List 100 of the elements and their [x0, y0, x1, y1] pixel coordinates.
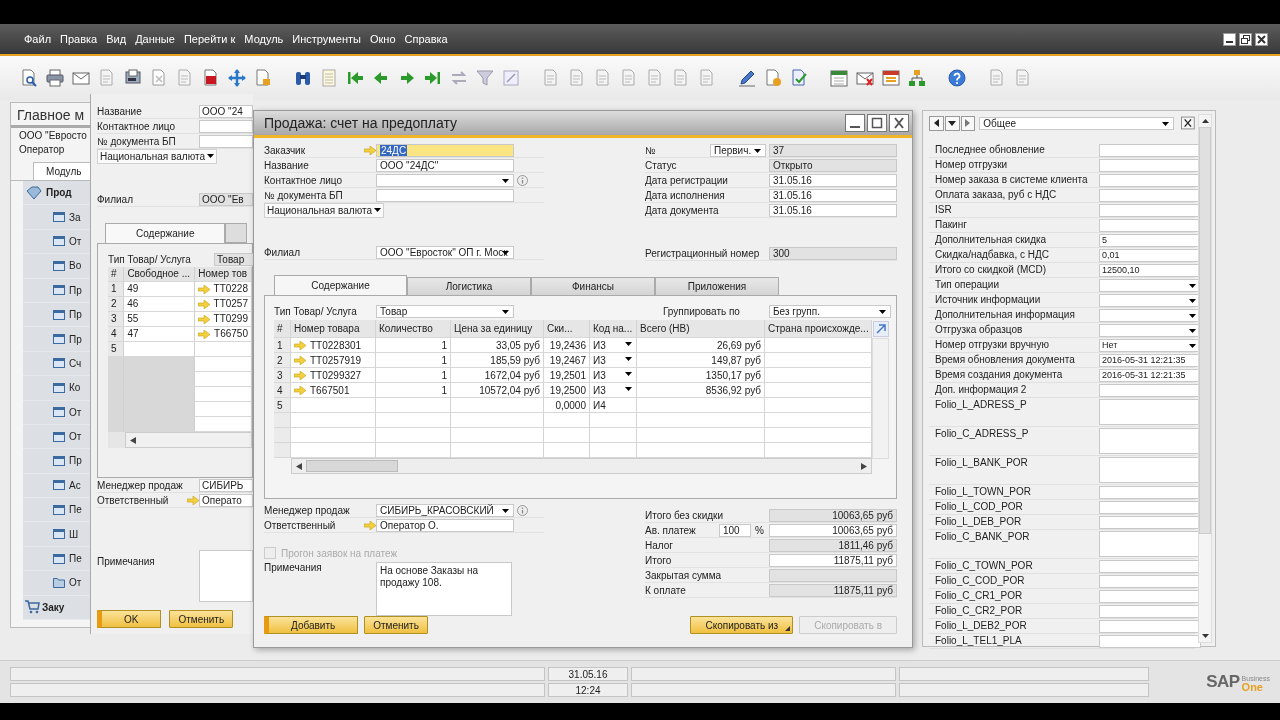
- envelope-icon[interactable]: [72, 69, 90, 87]
- column-header[interactable]: Всего (НВ): [637, 320, 765, 338]
- minimize-icon[interactable]: [1223, 32, 1236, 46]
- link-arrow-icon[interactable]: [187, 495, 199, 505]
- previous-button[interactable]: [929, 115, 944, 131]
- left-arrow-icon[interactable]: [130, 436, 136, 444]
- menu-item[interactable]: Модуль: [244, 33, 284, 45]
- menu-item[interactable]: Файл: [24, 33, 52, 45]
- tab[interactable]: Содержание: [105, 223, 226, 243]
- input-field[interactable]: [1099, 620, 1201, 633]
- caret-icon[interactable]: [625, 342, 632, 346]
- down-arrow-icon[interactable]: [1201, 634, 1209, 638]
- document-icon[interactable]: [698, 69, 716, 87]
- menu-item[interactable]: Инструменты: [292, 33, 361, 45]
- input-field[interactable]: [1099, 501, 1201, 514]
- document-icon[interactable]: [150, 69, 168, 87]
- input-field[interactable]: [1099, 531, 1201, 557]
- input-field[interactable]: [1099, 590, 1201, 603]
- input-field[interactable]: 37: [769, 143, 897, 157]
- input-field[interactable]: [1099, 144, 1201, 157]
- document-icon[interactable]: [568, 69, 586, 87]
- horizontal-scrollbar[interactable]: [125, 432, 252, 448]
- input-field[interactable]: 0,01: [1099, 249, 1201, 262]
- document-icon[interactable]: [672, 69, 690, 87]
- scroll-thumb[interactable]: [306, 460, 398, 472]
- first-record-icon[interactable]: [346, 69, 364, 87]
- document-icon[interactable]: [542, 69, 560, 87]
- column-header[interactable]: Номер тов: [195, 267, 252, 282]
- preview-icon[interactable]: [20, 69, 38, 87]
- vertical-scrollbar[interactable]: [1198, 114, 1212, 643]
- next-button[interactable]: [960, 115, 976, 131]
- form-button[interactable]: Отменить: [169, 610, 234, 628]
- close-icon[interactable]: [1181, 116, 1195, 130]
- right-arrow-icon[interactable]: [861, 462, 867, 470]
- caret-icon[interactable]: [625, 372, 632, 376]
- locked-document-icon[interactable]: [254, 69, 272, 87]
- form-button[interactable]: Добавить: [264, 616, 359, 634]
- binoculars-icon[interactable]: [294, 69, 312, 87]
- input-field[interactable]: [1099, 486, 1201, 499]
- help-icon[interactable]: [948, 69, 966, 87]
- tab[interactable]: Логистика: [407, 277, 531, 295]
- column-header[interactable]: Цена за единицу: [451, 320, 544, 338]
- scroll-thumb[interactable]: [1199, 127, 1211, 534]
- input-field[interactable]: [199, 134, 253, 148]
- maximize-icon[interactable]: [867, 114, 887, 132]
- menu-item[interactable]: Справка: [404, 33, 448, 45]
- document-icon[interactable]: [620, 69, 638, 87]
- input-field[interactable]: 12500,10: [1099, 264, 1201, 277]
- up-arrow-icon[interactable]: [1201, 119, 1209, 123]
- input-field[interactable]: [1099, 399, 1201, 425]
- dropdown[interactable]: Общее: [979, 116, 1175, 130]
- column-header[interactable]: Страна происхожде...: [765, 320, 872, 338]
- tab[interactable]: Модуль: [33, 162, 93, 180]
- input-field[interactable]: 31.05.16: [769, 188, 897, 202]
- minimize-icon[interactable]: [845, 114, 865, 132]
- input-field[interactable]: [1099, 219, 1201, 232]
- dropdown-button[interactable]: [944, 115, 960, 131]
- column-header[interactable]: Количество: [376, 320, 451, 338]
- input-field[interactable]: ООО "24ДС": [376, 158, 514, 172]
- restore-icon[interactable]: [1239, 32, 1252, 46]
- info-icon[interactable]: [517, 174, 528, 186]
- input-field[interactable]: Открыто: [769, 158, 897, 172]
- input-field[interactable]: 2016-05-31 12:21:35: [1099, 354, 1201, 367]
- input-field[interactable]: [1099, 384, 1201, 397]
- close-icon[interactable]: [889, 114, 909, 132]
- column-header[interactable]: Код на...: [590, 320, 637, 338]
- dropdown[interactable]: СИБИРЬ_КРАСОВСКИЙ: [376, 503, 514, 517]
- link-arrow-icon[interactable]: [198, 329, 211, 339]
- document-icon[interactable]: [98, 69, 116, 87]
- form-button[interactable]: Скопировать из: [690, 616, 794, 634]
- link-arrow-icon[interactable]: [197, 284, 210, 294]
- calendar-icon[interactable]: [830, 69, 848, 87]
- tab[interactable]: Финансы: [531, 277, 655, 295]
- input-field[interactable]: 31.05.16: [769, 173, 897, 187]
- input-field[interactable]: [769, 568, 897, 582]
- dropdown[interactable]: [1099, 324, 1201, 337]
- remarks-field[interactable]: На основе Заказы на продажу 108.: [376, 562, 512, 616]
- tab[interactable]: Приложения: [655, 277, 779, 295]
- list-icon[interactable]: [320, 69, 338, 87]
- input-field[interactable]: [1099, 189, 1201, 202]
- move-arrows-icon[interactable]: [228, 69, 246, 87]
- left-arrow-icon[interactable]: [296, 462, 302, 470]
- filter-icon[interactable]: [476, 69, 494, 87]
- input-field[interactable]: 300: [769, 246, 897, 260]
- dropdown[interactable]: [1099, 294, 1201, 307]
- link-arrow-icon[interactable]: [294, 340, 306, 350]
- envelope-icon[interactable]: [856, 69, 874, 87]
- input-field[interactable]: 31.05.16: [769, 203, 897, 217]
- input-field[interactable]: 10063,65 руб: [769, 508, 897, 522]
- input-field[interactable]: [199, 119, 253, 133]
- document-icon[interactable]: [988, 69, 1006, 87]
- menu-item[interactable]: Правка: [60, 33, 98, 45]
- remarks-field[interactable]: [199, 550, 253, 602]
- input-field[interactable]: [1099, 635, 1201, 648]
- hierarchy-icon[interactable]: [908, 69, 926, 87]
- info-icon[interactable]: [517, 504, 528, 516]
- input-field[interactable]: 100: [719, 523, 751, 537]
- input-field[interactable]: ООО "24: [199, 104, 253, 118]
- add-document-icon[interactable]: [764, 69, 782, 87]
- menu-item[interactable]: Перейти к: [183, 33, 236, 45]
